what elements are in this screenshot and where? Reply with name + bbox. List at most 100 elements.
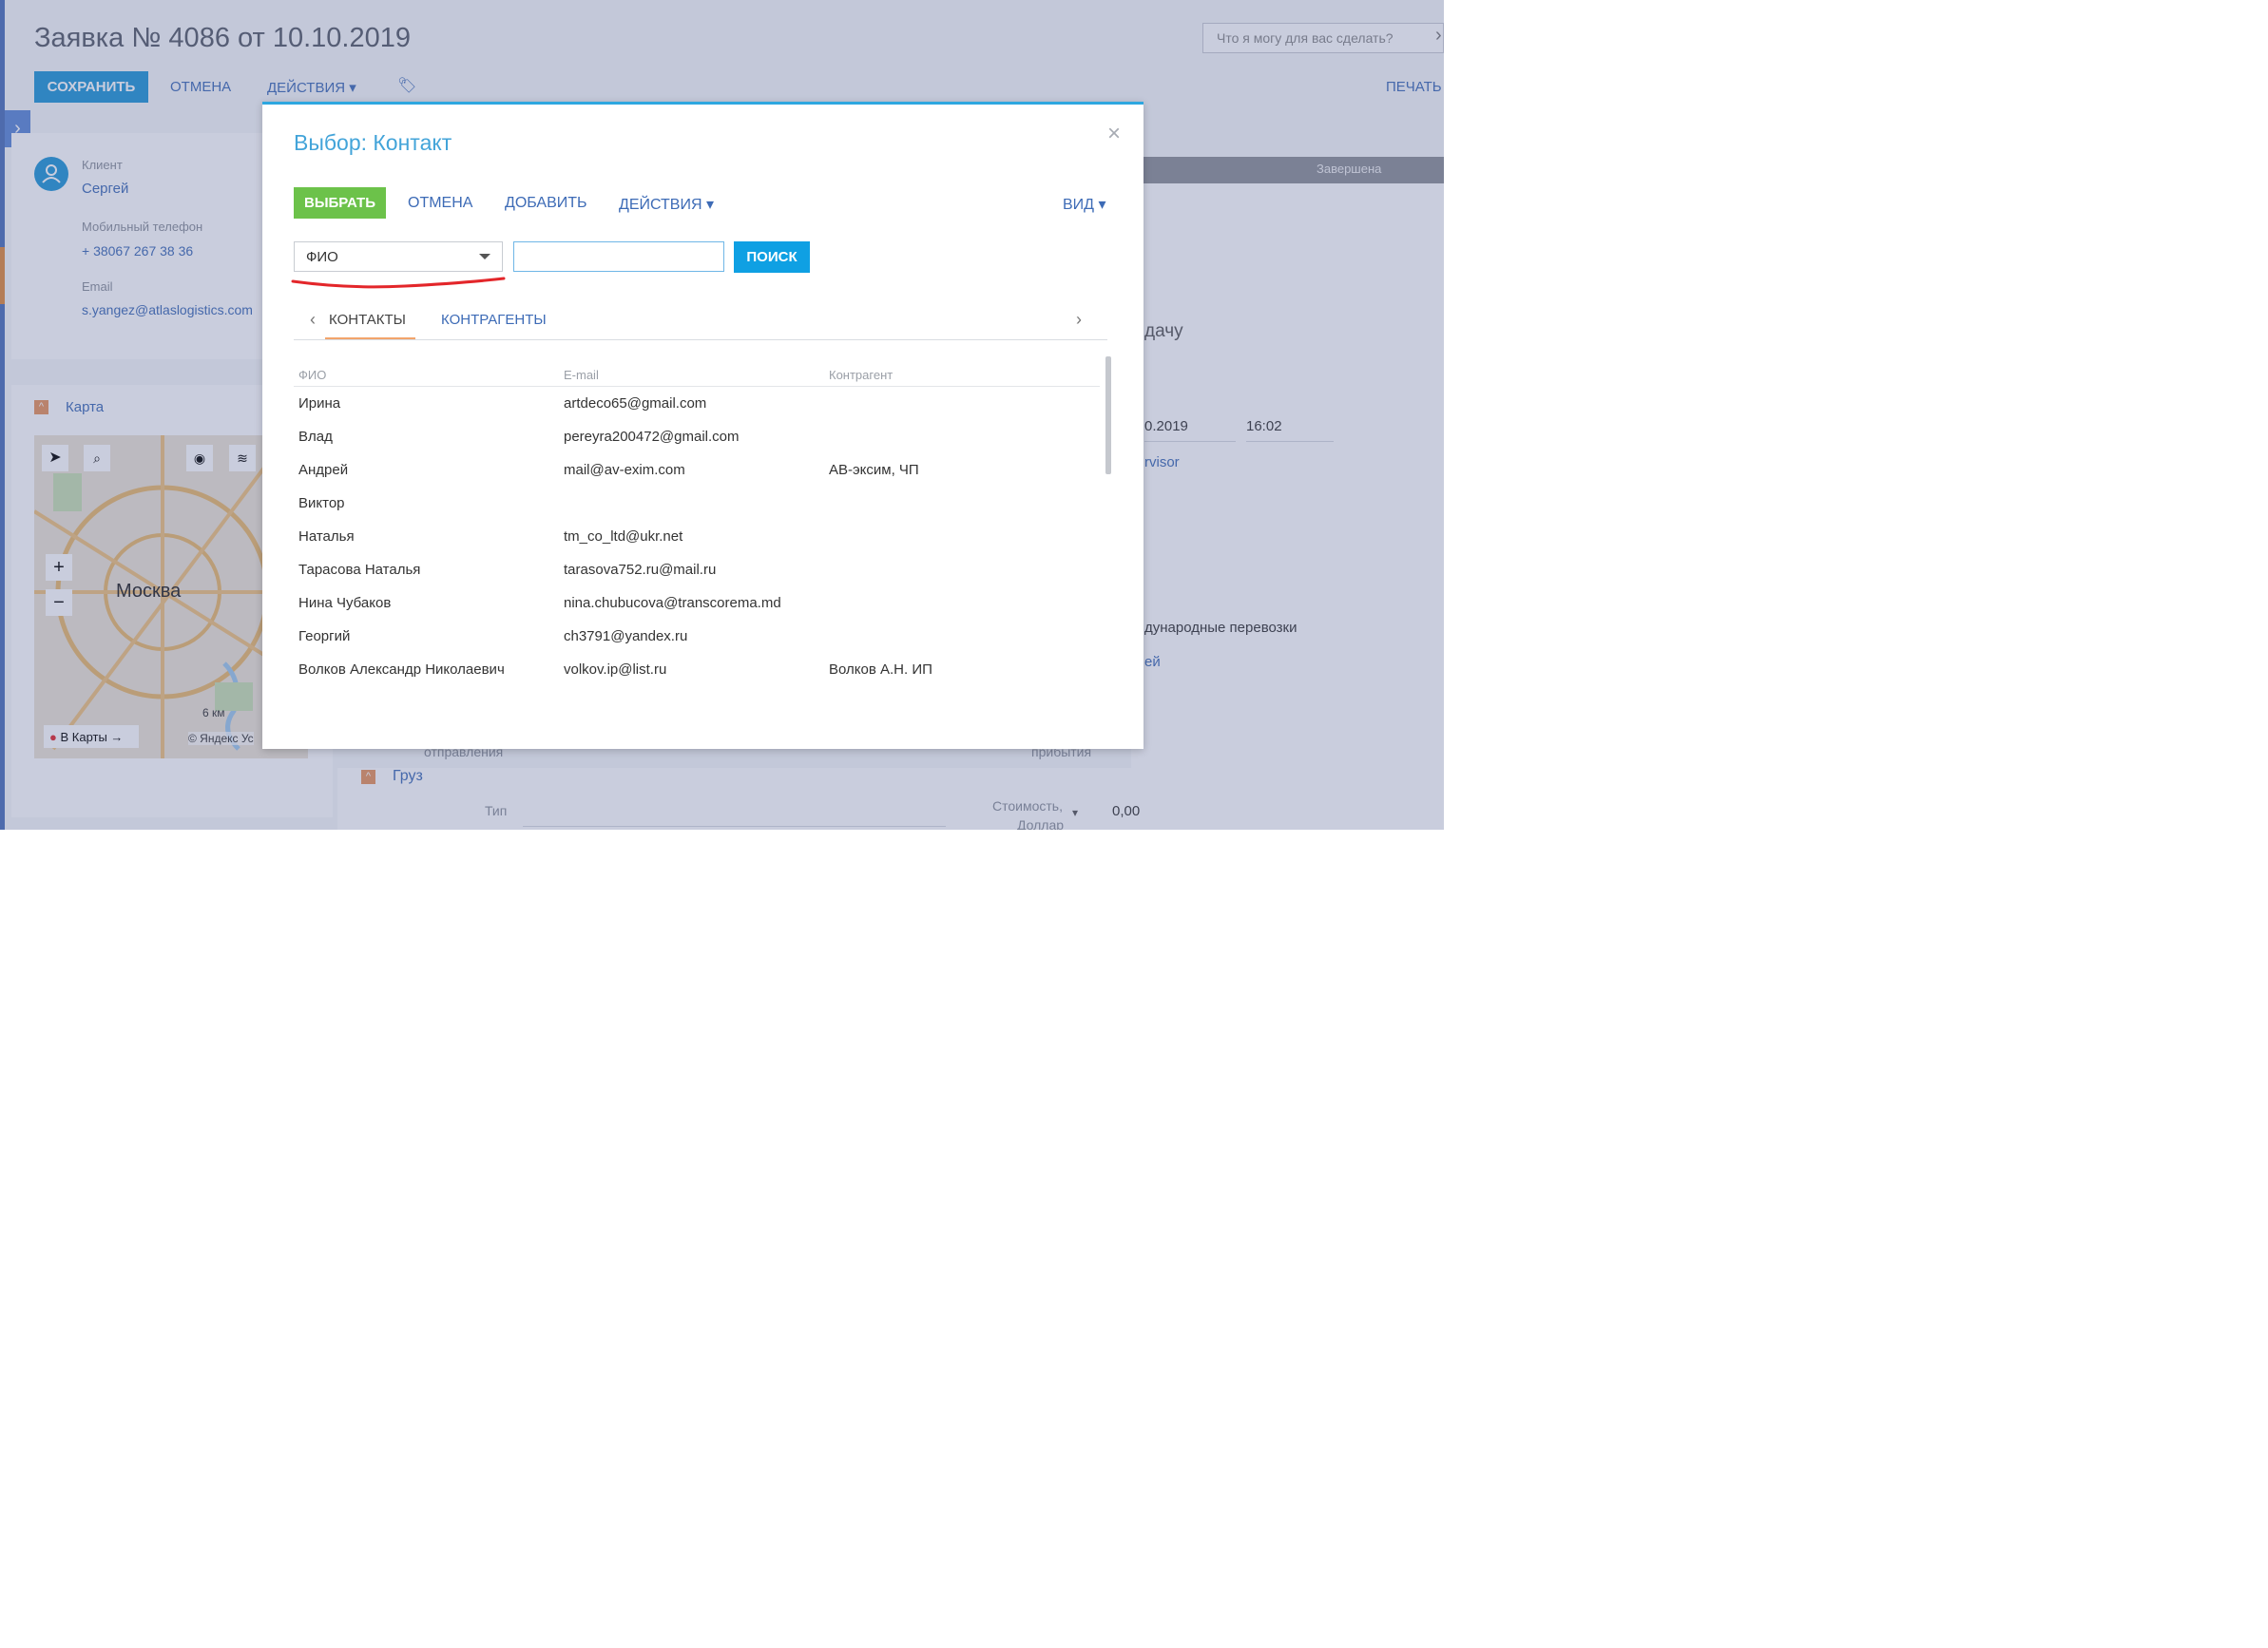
print-button[interactable]: ПЕЧАТЬ — [1386, 79, 1442, 95]
cancel-button[interactable]: ОТМЕНА — [170, 79, 231, 95]
caret-down-icon[interactable]: ▾ — [1072, 806, 1078, 819]
details-panel — [1131, 183, 1444, 768]
modal-actions-label: ДЕЙСТВИЯ — [619, 197, 702, 213]
cargo-section-title[interactable]: Груз — [393, 768, 423, 785]
tab-contacts[interactable]: КОНТАКТЫ — [329, 312, 406, 328]
table-row[interactable]: Ирина artdeco65@gmail.com — [294, 388, 1100, 421]
cargo-type-label: Тип — [485, 803, 508, 818]
table-row[interactable]: Волков Александр Николаевич volkov.ip@lis… — [294, 654, 1100, 687]
avatar — [34, 157, 68, 191]
zoom-in-button[interactable]: + — [46, 554, 72, 581]
stage-completed[interactable]: Завершена — [1317, 162, 1381, 176]
cell-email: mail@av-exim.com — [564, 462, 685, 478]
search-icon[interactable]: ⌕ — [84, 445, 110, 471]
add-button[interactable]: ДОБАВИТЬ — [505, 195, 587, 212]
table-row[interactable]: Влад pereyra200472@gmail.com — [294, 421, 1100, 454]
date-field[interactable]: 0.2019 — [1144, 418, 1236, 442]
transport-type-value: дународные перевозки — [1144, 620, 1297, 636]
select-button[interactable]: ВЫБРАТЬ — [294, 187, 386, 219]
tag-icon[interactable]: 🏷 — [397, 76, 416, 95]
cell-email: artdeco65@gmail.com — [564, 395, 707, 412]
help-search-input[interactable]: Что я могу для вас сделать? — [1202, 23, 1444, 53]
cell-account: АВ-эксим, ЧП — [829, 462, 919, 478]
chevron-right-icon[interactable]: › — [1435, 25, 1442, 47]
table-row[interactable]: Андрей mail@av-exim.com АВ-эксим, ЧП — [294, 454, 1100, 488]
map-scale: 6 км — [202, 706, 225, 719]
cost-label: Стоимость, — [992, 798, 1063, 814]
email-link[interactable]: s.yangez@atlaslogistics.com — [82, 302, 253, 317]
left-edge-bar — [0, 0, 5, 830]
view-menu[interactable]: ВИД ▾ — [1063, 195, 1106, 214]
zoom-out-button[interactable]: − — [46, 589, 72, 616]
actions-menu[interactable]: ДЕЙСТВИЯ ▾ — [267, 79, 356, 96]
table-row[interactable]: Тарасова Наталья tarasova752.ru@mail.ru — [294, 554, 1100, 587]
save-button[interactable]: СОХРАНИТЬ — [34, 71, 148, 103]
cell-email: volkov.ip@list.ru — [564, 661, 667, 678]
map-city-label: Москва — [116, 581, 182, 602]
caret-down-icon: ▾ — [349, 80, 356, 96]
cell-account: Волков А.Н. ИП — [829, 661, 932, 678]
table-row[interactable]: Георгий ch3791@yandex.ru — [294, 621, 1100, 654]
layers-icon[interactable]: ≋ — [229, 445, 256, 471]
contacts-grid: Ирина artdeco65@gmail.com Влад pereyra2004… — [262, 388, 1108, 746]
screenshot-stage: Заявка № 4086 от 10.10.2019 Что я могу д… — [0, 0, 1444, 830]
grid-scrollbar[interactable] — [1105, 356, 1111, 474]
tab-accounts[interactable]: КОНТРАГЕНТЫ — [441, 312, 547, 328]
user-icon — [42, 164, 61, 183]
view-label: ВИД — [1063, 197, 1095, 213]
actions-label: ДЕЙСТВИЯ — [267, 80, 346, 96]
modal-actions-menu[interactable]: ДЕЙСТВИЯ ▾ — [619, 195, 714, 214]
search-field-select[interactable]: ФИО — [294, 241, 503, 272]
modal-title: Выбор: Контакт — [294, 130, 452, 155]
phone-link[interactable]: + 38067 267 38 36 — [82, 243, 193, 259]
time-field[interactable]: 16:02 — [1246, 418, 1334, 442]
traffic-icon[interactable]: ◉ — [186, 445, 213, 471]
cell-name: Ирина — [298, 395, 341, 412]
email-label: Email — [82, 279, 113, 294]
cell-email: nina.chubucova@transcorema.md — [564, 595, 781, 611]
cost-value[interactable]: 0,00 — [1112, 803, 1140, 819]
cell-email: ch3791@yandex.ru — [564, 628, 688, 644]
column-header-email[interactable]: E-mail — [564, 368, 599, 382]
cell-email: pereyra200472@gmail.com — [564, 429, 740, 445]
cell-name: Виктор — [298, 495, 345, 511]
map-section-title[interactable]: Карта — [66, 399, 104, 415]
map-pin-icon: ● — [49, 729, 57, 744]
column-header-account[interactable]: Контрагент — [829, 368, 893, 382]
currency-label: Доллар — [1017, 817, 1065, 830]
related-link[interactable]: ей — [1144, 654, 1161, 670]
left-edge-marker — [0, 247, 5, 304]
phone-label: Мобильный телефон — [82, 220, 203, 234]
cargo-type-field[interactable] — [523, 803, 946, 827]
page-title: Заявка № 4086 от 10.10.2019 — [34, 23, 411, 53]
column-header-name[interactable]: ФИО — [298, 368, 326, 382]
collapse-icon[interactable]: ^ — [361, 770, 375, 784]
stage-progress-bar — [1131, 157, 1444, 183]
header-divider — [294, 386, 1100, 387]
table-row[interactable]: Наталья tm_co_ltd@ukr.net — [294, 521, 1100, 554]
navigation-arrow-icon[interactable]: ➤ — [42, 445, 68, 471]
cell-name: Георгий — [298, 628, 351, 644]
dropdown-arrow-icon[interactable] — [479, 254, 490, 259]
contact-lookup-modal: Выбор: Контакт × ВЫБРАТЬ ОТМЕНА ДОБАВИТЬ… — [262, 102, 1144, 749]
close-icon[interactable]: × — [1107, 121, 1121, 147]
search-input[interactable] — [513, 241, 724, 272]
tabs-scroll-left-icon[interactable]: ‹ — [310, 310, 316, 330]
client-name-link[interactable]: Сергей — [82, 181, 128, 197]
cell-name: Наталья — [298, 528, 355, 545]
table-row[interactable]: Виктор — [294, 488, 1100, 521]
map-copyright[interactable]: © Яндекс Ус — [188, 732, 254, 745]
collapse-icon[interactable]: ^ — [34, 400, 48, 414]
open-in-maps-button[interactable]: ● В Карты → — [44, 725, 139, 748]
tabs-scroll-right-icon[interactable]: › — [1076, 310, 1082, 330]
search-button[interactable]: ПОИСК — [734, 241, 810, 273]
tabs-divider — [294, 339, 1107, 340]
supervisor-link[interactable]: rvisor — [1144, 454, 1180, 470]
open-in-maps-label: В Карты → — [60, 729, 124, 744]
cell-name: Волков Александр Николаевич — [298, 661, 505, 678]
table-row[interactable]: Нина Чубаков nina.chubucova@transcorema.m… — [294, 587, 1100, 621]
modal-cancel-button[interactable]: ОТМЕНА — [408, 195, 472, 212]
handover-text: дачу — [1144, 321, 1183, 341]
cell-name: Влад — [298, 429, 333, 445]
cell-email: tm_co_ltd@ukr.net — [564, 528, 683, 545]
